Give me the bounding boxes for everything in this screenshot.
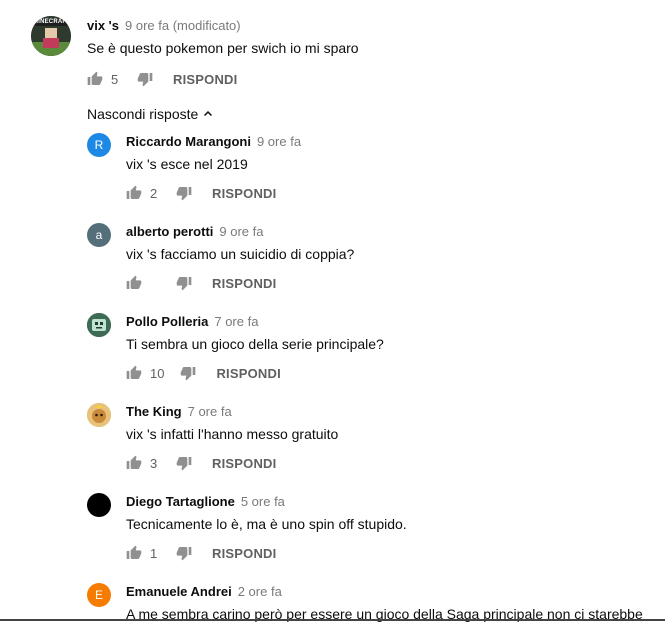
thumbs-up-icon[interactable] <box>126 185 142 201</box>
reply-button[interactable]: RISPONDI <box>212 546 276 561</box>
like-count: 1 <box>150 545 158 561</box>
avatar[interactable]: E <box>87 583 111 607</box>
avatar-initial: R <box>94 138 104 152</box>
thumbs-down-icon[interactable] <box>176 545 192 561</box>
reply-author[interactable]: The King <box>126 404 182 419</box>
reply-time[interactable]: 5 ore fa <box>241 494 285 509</box>
reply-author[interactable]: Pollo Polleria <box>126 314 208 329</box>
reply-time[interactable]: 2 ore fa <box>238 584 282 599</box>
reply-time[interactable]: 7 ore fa <box>214 314 258 329</box>
cartoon-avatar-icon <box>87 403 111 427</box>
thumbs-down-icon[interactable] <box>180 365 196 381</box>
like-count: 10 <box>150 365 165 381</box>
reply-actions: 10 RISPONDI <box>126 364 281 382</box>
reply-meta: Diego Tartaglione 5 ore fa <box>126 494 285 509</box>
thumbs-up-icon[interactable] <box>126 365 142 381</box>
reply-button[interactable]: RISPONDI <box>212 276 276 291</box>
thumbs-down-icon[interactable] <box>176 185 192 201</box>
chevron-up-icon <box>204 110 213 117</box>
avatar-initial: a <box>95 228 103 242</box>
thumbs-down-icon[interactable] <box>137 71 153 87</box>
reply-author[interactable]: alberto perotti <box>126 224 213 239</box>
comment-author[interactable]: vix 's <box>87 18 119 33</box>
reply-meta: Emanuele Andrei 2 ore fa <box>126 584 282 599</box>
reply-button[interactable]: RISPONDI <box>212 186 276 201</box>
reply-author[interactable]: Diego Tartaglione <box>126 494 235 509</box>
avatar[interactable]: a <box>87 223 111 247</box>
reply-meta: The King 7 ore fa <box>126 404 232 419</box>
comment-meta: vix 's 9 ore fa (modificato) <box>87 18 241 33</box>
reply-text: Ti sembra un gioco della serie principal… <box>126 336 384 352</box>
reply-meta: Riccardo Marangoni 9 ore fa <box>126 134 301 149</box>
reply-time[interactable]: 7 ore fa <box>188 404 232 419</box>
thumbs-down-icon[interactable] <box>176 275 192 291</box>
reply-button[interactable]: RISPONDI <box>216 366 280 381</box>
reply-button[interactable]: RISPONDI <box>173 72 237 87</box>
reply-author[interactable]: Riccardo Marangoni <box>126 134 251 149</box>
comment-actions: 5 RISPONDI <box>87 70 237 88</box>
thumbs-up-icon[interactable] <box>126 545 142 561</box>
thumbs-down-icon[interactable] <box>176 455 192 471</box>
reply-text: vix 's infatti l'hanno messo gratuito <box>126 426 339 442</box>
reply-actions: 3 RISPONDI <box>126 454 276 472</box>
reply-text: vix 's esce nel 2019 <box>126 156 248 172</box>
like-count: 2 <box>150 185 158 201</box>
avatar-logo-text: MINECRAF <box>33 19 67 25</box>
reply-text: Tecnicamente lo è, ma è uno spin off stu… <box>126 516 407 532</box>
avatar[interactable]: R <box>87 133 111 157</box>
reply-meta: Pollo Polleria 7 ore fa <box>126 314 258 329</box>
comment-text: Se è questo pokemon per swich io mi spar… <box>87 40 359 56</box>
robot-avatar-icon <box>87 313 111 337</box>
hide-replies-toggle[interactable]: Nascondi risposte <box>87 106 214 122</box>
thumbs-up-icon[interactable] <box>126 275 142 291</box>
reply-time[interactable]: 9 ore fa <box>219 224 263 239</box>
avatar[interactable]: MINECRAF <box>31 16 71 56</box>
reply-author[interactable]: Emanuele Andrei <box>126 584 232 599</box>
avatar-initial: E <box>94 588 103 602</box>
reply-meta: alberto perotti 9 ore fa <box>126 224 264 239</box>
hide-replies-label: Nascondi risposte <box>87 106 199 122</box>
like-count: 5 <box>111 71 119 87</box>
reply-time[interactable]: 9 ore fa <box>257 134 301 149</box>
thumbs-up-icon[interactable] <box>126 455 142 471</box>
like-count: 3 <box>150 455 158 471</box>
comment-time[interactable]: 9 ore fa (modificato) <box>125 18 241 33</box>
thumbs-up-icon[interactable] <box>87 71 103 87</box>
avatar[interactable] <box>87 493 111 517</box>
reply-text: vix 's facciamo un suicidio di coppia? <box>126 246 355 262</box>
avatar[interactable] <box>87 313 111 337</box>
avatar[interactable] <box>87 403 111 427</box>
reply-actions: 1 RISPONDI <box>126 544 276 562</box>
reply-button[interactable]: RISPONDI <box>212 456 276 471</box>
reply-actions: RISPONDI <box>126 274 276 292</box>
reply-actions: 2 RISPONDI <box>126 184 276 202</box>
